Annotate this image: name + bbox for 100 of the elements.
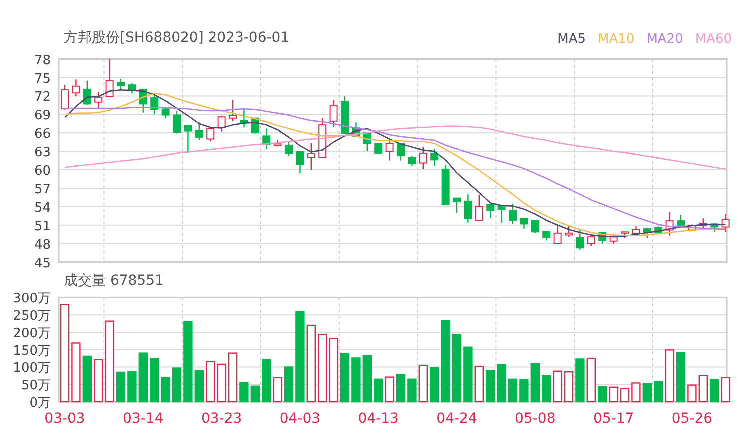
candlestick bbox=[430, 149, 439, 166]
axis-label: 69 bbox=[34, 108, 51, 124]
candlestick bbox=[632, 226, 640, 235]
candlestick bbox=[520, 218, 528, 230]
candlestick bbox=[363, 132, 372, 152]
volume-bar bbox=[598, 386, 608, 403]
candlestick bbox=[128, 83, 136, 94]
volume-bar bbox=[284, 366, 294, 403]
volume-bar bbox=[553, 370, 562, 403]
candlestick bbox=[229, 100, 237, 122]
volume-bar bbox=[474, 366, 484, 403]
volume-bar bbox=[273, 377, 282, 403]
axis-label: 100万 bbox=[13, 361, 51, 376]
candlestick bbox=[498, 205, 506, 223]
candlestick bbox=[94, 92, 103, 108]
volume-bar bbox=[150, 358, 160, 403]
volume-bar bbox=[262, 358, 272, 403]
volume-bar bbox=[418, 364, 428, 403]
axis-label: 66 bbox=[34, 127, 51, 142]
volume-bar bbox=[676, 352, 686, 403]
candlestick bbox=[262, 128, 271, 150]
candlestick bbox=[352, 122, 360, 138]
candlestick bbox=[61, 85, 69, 110]
candlestick bbox=[386, 139, 394, 161]
volume-bar bbox=[632, 382, 641, 403]
candlestick bbox=[83, 80, 92, 105]
candlestick bbox=[688, 224, 696, 231]
candlestick bbox=[464, 194, 472, 223]
volume-bar bbox=[172, 368, 182, 403]
candlestick bbox=[554, 226, 562, 244]
candlestick bbox=[486, 204, 495, 218]
candlestick bbox=[274, 140, 282, 147]
candlestick bbox=[173, 112, 181, 134]
volume-bar bbox=[396, 374, 406, 403]
candlestick bbox=[542, 231, 551, 241]
candlestick bbox=[565, 226, 573, 238]
candlestick bbox=[72, 80, 80, 96]
date-label: 03-03 bbox=[44, 411, 86, 427]
volume-bar bbox=[508, 378, 518, 403]
axis-label: 72 bbox=[34, 90, 51, 106]
volume-bar bbox=[250, 386, 260, 403]
candlestick bbox=[374, 142, 383, 154]
volume-bar bbox=[318, 334, 328, 403]
axis-label: 57 bbox=[34, 182, 51, 198]
candlestick bbox=[397, 143, 405, 161]
date-label: 04-03 bbox=[280, 411, 321, 427]
volume-bar bbox=[620, 388, 630, 403]
axis-label: 150万 bbox=[13, 344, 51, 359]
volume-bar bbox=[408, 378, 417, 403]
volume-bar bbox=[486, 370, 496, 403]
volume-bar bbox=[116, 372, 126, 403]
candlestick bbox=[699, 218, 708, 230]
candlestick bbox=[206, 128, 215, 142]
date-label: 05-17 bbox=[593, 411, 634, 427]
date-label: 04-13 bbox=[358, 411, 399, 427]
candlestick bbox=[285, 142, 293, 156]
volume-bar bbox=[430, 367, 440, 403]
candlestick bbox=[722, 214, 730, 232]
volume-bar bbox=[138, 352, 148, 403]
volume-bar bbox=[721, 377, 730, 403]
volume-bar bbox=[362, 356, 372, 403]
candlestick bbox=[419, 147, 428, 170]
candlestick bbox=[710, 224, 719, 232]
volume-bar bbox=[206, 361, 216, 403]
legend-item: MA5 bbox=[558, 30, 586, 48]
volume-bar bbox=[688, 384, 697, 403]
volume-bar bbox=[710, 380, 720, 403]
volume-bar bbox=[374, 378, 384, 403]
volume-bar bbox=[128, 371, 137, 403]
axis-label: 200万 bbox=[13, 326, 51, 342]
candlestick bbox=[654, 226, 663, 234]
candlestick bbox=[330, 100, 338, 127]
volume-bar bbox=[329, 338, 338, 403]
axis-label: 63 bbox=[34, 146, 51, 161]
date-label: 03-23 bbox=[201, 411, 242, 427]
axis-label: 54 bbox=[34, 200, 51, 216]
volume-bar bbox=[464, 346, 473, 403]
date-label: 05-08 bbox=[515, 411, 556, 427]
axis-label: 48 bbox=[34, 238, 51, 253]
legend-item: MA60 bbox=[695, 30, 732, 48]
candlestick bbox=[598, 232, 607, 244]
candlestick bbox=[106, 59, 114, 98]
volume-bar bbox=[586, 358, 596, 403]
volume-bar bbox=[161, 377, 170, 403]
volume-bar bbox=[654, 381, 664, 403]
volume-bar bbox=[642, 383, 652, 403]
candlestick bbox=[509, 204, 517, 224]
volume-bar bbox=[698, 375, 708, 403]
candlestick bbox=[621, 232, 629, 238]
volume-bar bbox=[385, 376, 394, 403]
candlestick bbox=[117, 78, 125, 90]
axis-label: 60 bbox=[34, 164, 51, 180]
date-label: 03-14 bbox=[123, 411, 164, 427]
volume-bar bbox=[497, 364, 506, 403]
volume-bar bbox=[228, 352, 238, 403]
candlestick bbox=[139, 88, 148, 113]
volume-bar bbox=[609, 386, 618, 403]
volume-bar bbox=[217, 364, 226, 403]
candlestick bbox=[218, 116, 226, 132]
candlestick bbox=[677, 214, 685, 228]
